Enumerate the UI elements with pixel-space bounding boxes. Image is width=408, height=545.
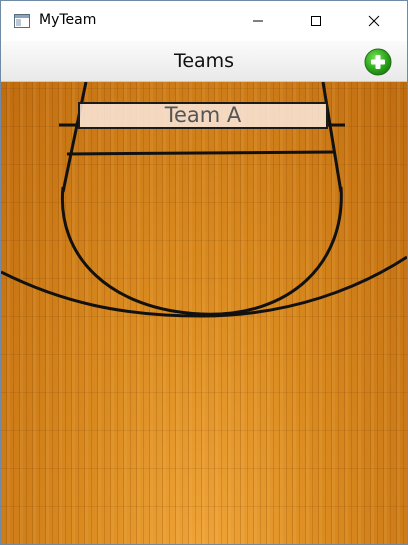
close-button[interactable]: [345, 1, 403, 41]
team-list-area: Team A: [1, 82, 407, 544]
list-item-team[interactable]: Team A: [78, 102, 328, 129]
page-title: Teams: [173, 50, 235, 72]
window-title: MyTeam: [39, 12, 97, 28]
title-bar[interactable]: MyTeam: [1, 1, 407, 41]
team-name: Team A: [164, 103, 242, 127]
nav-header: Teams: [1, 41, 407, 82]
minimize-icon: [253, 20, 263, 22]
app-window: MyTeam Teams Team A: [0, 0, 408, 545]
maximize-button[interactable]: [287, 1, 345, 41]
app-window-icon: [14, 14, 30, 28]
maximize-icon: [311, 16, 321, 26]
minimize-button[interactable]: [229, 1, 287, 41]
court-lines: [1, 82, 407, 318]
add-circle-icon: [364, 48, 392, 76]
add-team-button[interactable]: [364, 48, 392, 76]
close-icon: [368, 15, 380, 27]
